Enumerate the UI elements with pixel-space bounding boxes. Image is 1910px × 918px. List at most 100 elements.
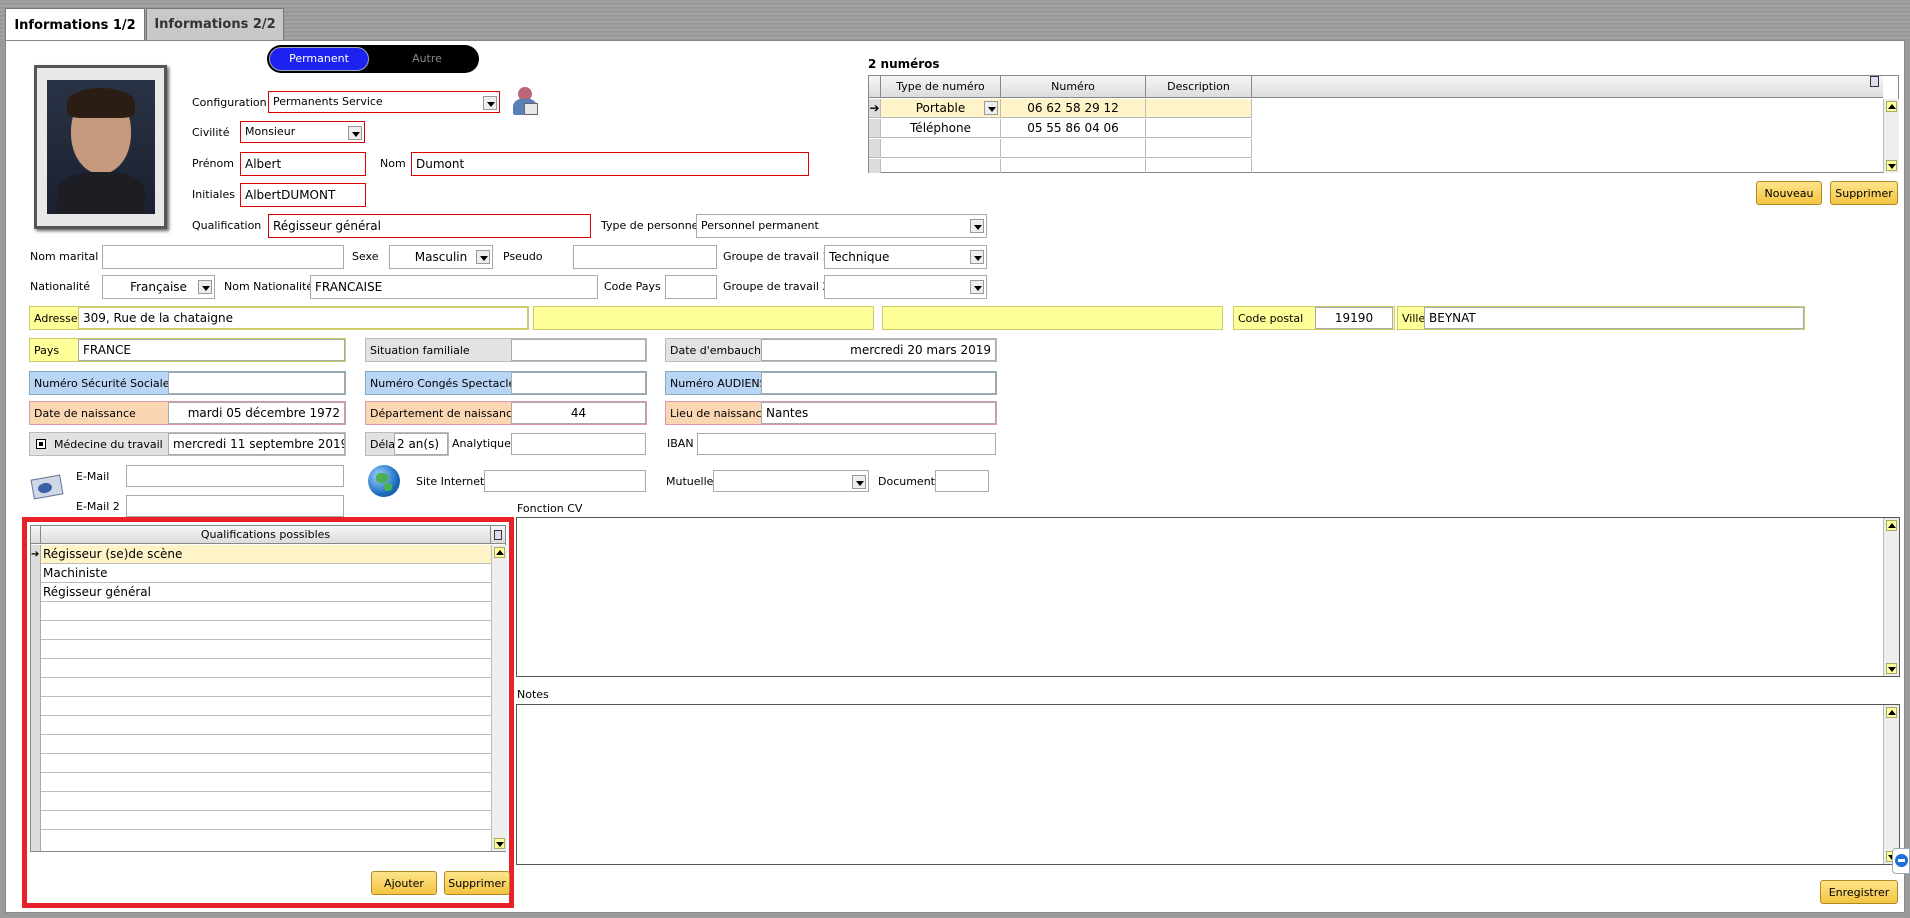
notes-textarea[interactable] bbox=[516, 704, 1900, 865]
fonction-cv-textarea[interactable] bbox=[516, 517, 1900, 677]
current-row-arrow-icon: ➔ bbox=[31, 549, 40, 560]
sexe-label: Sexe bbox=[352, 250, 379, 263]
tab-bar: Informations 1/2 Informations 2/2 bbox=[0, 0, 1910, 41]
configuration-select[interactable]: Permanents Service bbox=[268, 91, 500, 113]
document-input[interactable] bbox=[935, 470, 989, 492]
date-naissance-input[interactable]: mardi 05 décembre 1972 bbox=[168, 402, 345, 424]
email-input[interactable] bbox=[126, 465, 344, 487]
main-panel: Permanent Autre Configuration Permanents… bbox=[5, 40, 1905, 913]
tab-informations-2[interactable]: Informations 2/2 bbox=[146, 8, 284, 40]
dept-naissance-input[interactable]: 44 bbox=[511, 402, 646, 424]
initiales-input[interactable]: AlbertDUMONT bbox=[240, 183, 366, 207]
ajouter-button[interactable]: Ajouter bbox=[371, 871, 437, 895]
medecine-checkbox[interactable] bbox=[36, 439, 46, 449]
adresse-line3-input[interactable] bbox=[882, 306, 1223, 330]
secu-input[interactable] bbox=[168, 372, 345, 394]
nom-nationalite-input[interactable]: FRANCAISE bbox=[310, 275, 598, 299]
phone-description-cell[interactable] bbox=[1146, 99, 1252, 118]
email2-label: E-Mail 2 bbox=[76, 500, 120, 513]
initiales-label: Initiales bbox=[192, 188, 235, 201]
scroll-down-icon[interactable] bbox=[494, 838, 505, 849]
supprimer-qualification-button[interactable]: Supprimer bbox=[444, 871, 510, 895]
list-item[interactable]: Machiniste bbox=[41, 564, 491, 583]
email-label: E-Mail bbox=[76, 470, 110, 483]
groupe2-select[interactable] bbox=[824, 275, 987, 299]
scroll-down-icon[interactable] bbox=[1886, 663, 1897, 674]
ville-input[interactable]: BEYNAT bbox=[1424, 307, 1804, 329]
lieu-naissance-input[interactable]: Nantes bbox=[761, 402, 996, 424]
enregistrer-button[interactable]: Enregistrer bbox=[1820, 880, 1898, 904]
list-item[interactable]: Régisseur (se)de scène bbox=[41, 545, 491, 564]
tab-informations-1[interactable]: Informations 1/2 bbox=[5, 8, 145, 41]
toggle-autre[interactable]: Autre bbox=[377, 47, 477, 71]
phones-header-type[interactable]: Type de numéro bbox=[881, 76, 1001, 98]
scroll-up-icon[interactable] bbox=[494, 547, 505, 558]
nom-nationalite-label: Nom Nationalité bbox=[224, 280, 314, 293]
situation-input[interactable] bbox=[511, 339, 646, 361]
groupe1-select[interactable]: Technique bbox=[824, 245, 987, 269]
table-row[interactable]: Téléphone bbox=[881, 119, 1001, 138]
mutuelle-label: Mutuelle bbox=[666, 475, 714, 488]
fonction-cv-label: Fonction CV bbox=[517, 502, 583, 515]
scroll-up-icon[interactable] bbox=[1886, 707, 1897, 718]
notes-scrollbar[interactable] bbox=[1883, 705, 1899, 864]
adresse-label: Adresse bbox=[34, 312, 78, 325]
photo-frame[interactable] bbox=[34, 65, 167, 229]
delai-input[interactable]: 2 an(s) bbox=[394, 433, 448, 455]
phone-number-cell[interactable]: 06 62 58 29 12 bbox=[1001, 99, 1146, 118]
phone-description-cell[interactable] bbox=[1146, 119, 1252, 138]
nom-input[interactable]: Dumont bbox=[411, 152, 809, 176]
analytique-label: Analytique bbox=[452, 437, 511, 450]
pays-input[interactable]: FRANCE bbox=[78, 339, 345, 361]
adresse-line2-input[interactable] bbox=[533, 306, 874, 330]
date-embauche-input[interactable]: mercredi 20 mars 2019 bbox=[761, 339, 996, 361]
qualifications-scrollbar[interactable] bbox=[491, 545, 507, 851]
site-input[interactable] bbox=[484, 470, 646, 492]
fonction-cv-scrollbar[interactable] bbox=[1883, 518, 1899, 676]
user-book-icon[interactable] bbox=[510, 85, 540, 117]
iban-label: IBAN bbox=[667, 437, 694, 450]
trash-icon[interactable] bbox=[494, 530, 502, 540]
iban-input[interactable] bbox=[697, 433, 996, 455]
nom-marital-input[interactable] bbox=[102, 245, 344, 269]
toggle-permanent[interactable]: Permanent bbox=[269, 47, 369, 71]
scroll-up-icon[interactable] bbox=[1886, 520, 1897, 531]
code-postal-input[interactable]: 19190 bbox=[1315, 307, 1393, 329]
pseudo-label: Pseudo bbox=[503, 250, 543, 263]
pseudo-input[interactable] bbox=[573, 245, 717, 269]
nationalite-select[interactable]: Française bbox=[102, 275, 215, 299]
phones-header-numero[interactable]: Numéro bbox=[1001, 76, 1146, 98]
nouveau-button[interactable]: Nouveau bbox=[1756, 181, 1822, 205]
groupe1-label: Groupe de travail 1 bbox=[723, 250, 830, 263]
mutuelle-select[interactable] bbox=[713, 470, 869, 492]
type-personnel-select[interactable]: Personnel permanent bbox=[696, 214, 987, 238]
phones-scrollbar[interactable] bbox=[1883, 99, 1899, 173]
prenom-input[interactable]: Albert bbox=[240, 152, 366, 176]
email2-input[interactable] bbox=[126, 495, 344, 517]
scroll-up-icon[interactable] bbox=[1886, 101, 1897, 112]
remote-support-icon[interactable] bbox=[1892, 848, 1910, 874]
supprimer-phone-button[interactable]: Supprimer bbox=[1830, 181, 1898, 205]
globe-icon[interactable] bbox=[368, 465, 400, 497]
qualifications-header[interactable]: Qualifications possibles bbox=[41, 526, 491, 544]
list-item[interactable]: Régisseur général bbox=[41, 583, 491, 602]
trash-icon[interactable] bbox=[1870, 76, 1879, 87]
email-envelope-icon[interactable] bbox=[30, 471, 64, 500]
notes-label: Notes bbox=[517, 688, 549, 701]
adresse-input[interactable]: 309, Rue de la chataigne bbox=[78, 307, 528, 329]
medecine-input[interactable]: mercredi 11 septembre 2019 bbox=[168, 433, 345, 455]
code-pays-input[interactable] bbox=[665, 275, 717, 299]
analytique-input[interactable] bbox=[511, 433, 646, 455]
phones-header-description[interactable]: Description bbox=[1146, 76, 1252, 98]
civilite-select[interactable]: Monsieur bbox=[240, 121, 365, 143]
scroll-down-icon[interactable] bbox=[1886, 160, 1897, 171]
qualifications-grid: Qualifications possibles ➔ Régisseur (se… bbox=[30, 525, 507, 852]
conges-input[interactable] bbox=[511, 372, 646, 394]
code-pays-label: Code Pays bbox=[604, 280, 661, 293]
permanent-toggle[interactable]: Permanent Autre bbox=[267, 45, 479, 73]
phone-number-cell[interactable]: 05 55 86 04 06 bbox=[1001, 119, 1146, 138]
audiens-input[interactable] bbox=[761, 372, 996, 394]
table-row[interactable]: Portable bbox=[881, 99, 1001, 118]
sexe-select[interactable]: Masculin bbox=[389, 245, 493, 269]
qualification-input[interactable]: Régisseur général bbox=[268, 214, 591, 238]
